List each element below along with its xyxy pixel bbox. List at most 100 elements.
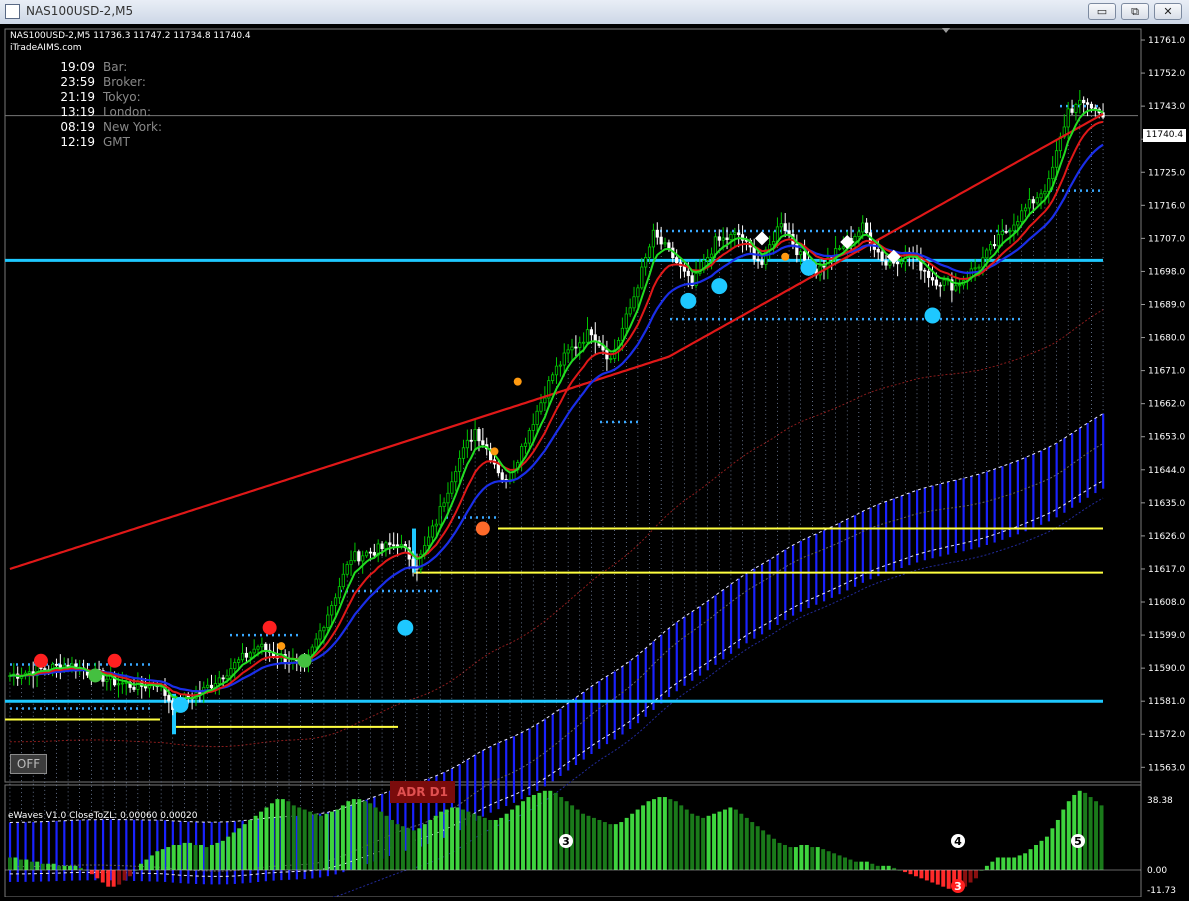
cloud-bar bbox=[47, 821, 50, 882]
cloud-bar bbox=[985, 471, 988, 546]
candle-body bbox=[954, 285, 958, 291]
candle-body bbox=[349, 560, 353, 565]
price-tick-label: 11581.0 bbox=[1148, 697, 1185, 707]
ma-red-long bbox=[9, 112, 1104, 571]
cloud-bar bbox=[1071, 433, 1074, 508]
oscillator-bar bbox=[777, 842, 782, 870]
candle-body bbox=[802, 251, 807, 261]
chart-area[interactable]: 11761.011752.011743.011734.011725.011716… bbox=[0, 24, 1189, 901]
oscillator-bar bbox=[542, 790, 547, 870]
oscillator-bar bbox=[248, 819, 253, 870]
clock-row: 21:19 Tokyo: bbox=[40, 90, 140, 104]
oscillator-bar bbox=[330, 811, 334, 870]
oscillator-bar bbox=[1050, 828, 1055, 870]
oscillator-bar bbox=[930, 870, 935, 883]
candle-body bbox=[337, 586, 342, 599]
candle-body bbox=[589, 329, 593, 336]
oscillator-bar bbox=[646, 801, 651, 870]
candle-body bbox=[430, 525, 435, 538]
price-tick-label: 11752.0 bbox=[1148, 69, 1185, 79]
oscillator-bar bbox=[695, 815, 700, 870]
candle-body bbox=[256, 646, 260, 650]
oscillator-bar bbox=[826, 851, 831, 870]
price-tick-label: 11617.0 bbox=[1148, 565, 1185, 575]
candle-body bbox=[43, 668, 47, 671]
candle-body bbox=[434, 523, 438, 527]
oscillator-bar bbox=[439, 811, 444, 870]
oscillator-bar bbox=[390, 819, 394, 870]
signal-dot bbox=[781, 252, 790, 261]
oscillator-bar bbox=[1044, 836, 1049, 870]
clock-time: 19:09 bbox=[60, 60, 95, 74]
close-button[interactable]: ✕ bbox=[1154, 3, 1182, 20]
oscillator-bar bbox=[537, 792, 542, 870]
candle-body bbox=[1089, 103, 1094, 109]
oscillator-bar bbox=[253, 815, 258, 870]
minimize-button[interactable]: ▭ bbox=[1088, 3, 1116, 20]
oscillator-bar bbox=[1094, 801, 1099, 870]
oscillator-bar bbox=[684, 809, 689, 870]
chart-shift-icon[interactable] bbox=[942, 28, 950, 33]
cloud-bar bbox=[815, 533, 818, 605]
oscillator-bar bbox=[264, 807, 269, 870]
diamond-marker bbox=[754, 231, 769, 246]
oscillator-bar bbox=[679, 805, 684, 870]
oscillator-bar bbox=[772, 838, 777, 870]
cloud-bar bbox=[947, 481, 950, 555]
oscillator-bar bbox=[422, 824, 427, 870]
oscillator-bar bbox=[450, 807, 455, 870]
cloud-bar bbox=[737, 578, 740, 649]
cloud-bar bbox=[489, 746, 492, 813]
candle-body bbox=[551, 374, 555, 382]
oscillator-bar bbox=[864, 861, 869, 870]
restore-icon: ⧉ bbox=[1131, 4, 1139, 18]
oscillator-bar bbox=[624, 817, 629, 870]
oscillator-bar bbox=[477, 815, 482, 870]
restore-button[interactable]: ⧉ bbox=[1121, 3, 1149, 20]
candle-body bbox=[523, 442, 528, 447]
cloud-bar bbox=[1016, 460, 1019, 535]
candle-body bbox=[116, 683, 121, 686]
oscillator-bar bbox=[78, 867, 83, 870]
candle-body bbox=[841, 246, 845, 249]
oscillator-bar bbox=[89, 870, 94, 875]
oscillator-bar bbox=[144, 859, 149, 870]
oscillator-bar bbox=[1099, 805, 1104, 870]
candle-body bbox=[1023, 207, 1028, 212]
cloud-bar bbox=[39, 821, 43, 882]
wave-label-text: 3 bbox=[562, 835, 570, 848]
oscillator-bar bbox=[1061, 809, 1066, 870]
ma-red bbox=[9, 120, 1104, 697]
cloud-bar bbox=[1047, 447, 1050, 522]
oscillator-bar bbox=[177, 844, 182, 870]
candle-body bbox=[737, 232, 741, 236]
chart-canvas[interactable]: 11761.011752.011743.011734.011725.011716… bbox=[0, 24, 1189, 901]
oscillator-bar bbox=[1023, 853, 1028, 870]
oscillator-bar bbox=[913, 870, 918, 877]
candle-body bbox=[209, 684, 214, 689]
price-tick-label: 11662.0 bbox=[1148, 400, 1185, 410]
price-tick-label: 11698.0 bbox=[1148, 267, 1185, 277]
candle-body bbox=[566, 349, 570, 354]
candle-body bbox=[783, 223, 787, 232]
candle-body bbox=[237, 659, 241, 663]
candle-body bbox=[341, 573, 345, 588]
candle-body bbox=[624, 313, 628, 329]
oscillator-bar bbox=[35, 861, 40, 870]
clock-time: 12:19 bbox=[60, 135, 95, 149]
oscillator-bar bbox=[417, 828, 422, 870]
oscillator-bar bbox=[903, 870, 908, 873]
candle-body bbox=[260, 643, 264, 648]
oscillator-bar bbox=[974, 870, 978, 879]
off-button[interactable]: OFF bbox=[10, 754, 47, 774]
oscillator-bar bbox=[204, 847, 209, 870]
oscillator-bar bbox=[302, 809, 307, 870]
candle-body bbox=[659, 236, 663, 245]
candle-body bbox=[252, 648, 256, 654]
oscillator-bar bbox=[1077, 790, 1082, 870]
oscillator-bar bbox=[995, 857, 1000, 870]
candle-body bbox=[473, 429, 477, 442]
candle-body bbox=[989, 244, 993, 251]
oscillator-bar bbox=[291, 805, 296, 870]
candle-body bbox=[1051, 166, 1055, 180]
